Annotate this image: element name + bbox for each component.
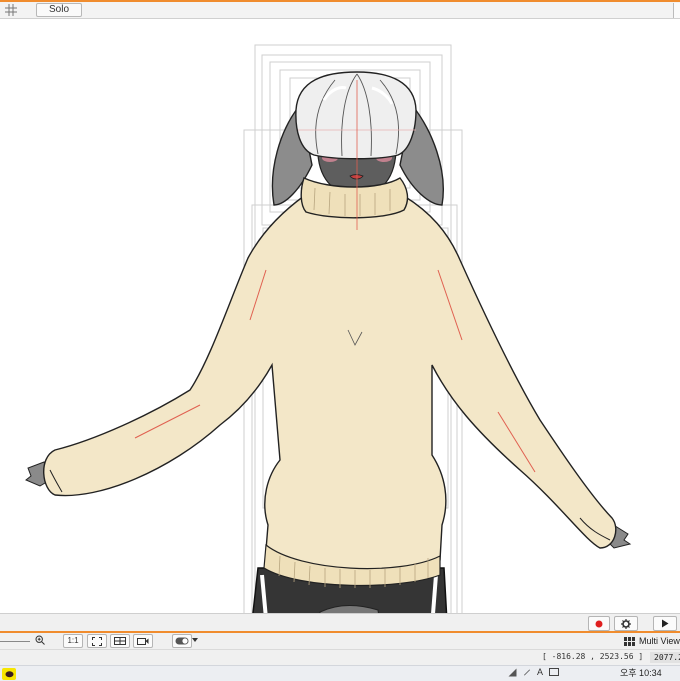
multi-view-menu[interactable]: Multi View [624, 634, 680, 648]
frame-icon [114, 637, 126, 645]
record-icon [595, 620, 603, 627]
zoom-in-icon [35, 635, 45, 645]
play-button[interactable] [653, 616, 677, 631]
ime-indicator[interactable]: A [537, 667, 543, 677]
canvas-viewport[interactable] [0, 19, 680, 615]
system-tray: A [508, 667, 560, 677]
grid-icon[interactable] [0, 2, 22, 18]
gear-icon [621, 618, 631, 629]
fit-icon [92, 636, 102, 646]
character-illustration [25, 44, 632, 615]
top-bar: Solo [0, 2, 680, 19]
solo-button[interactable]: Solo [36, 3, 83, 17]
taskbar-clock[interactable]: 오후 10:34 [620, 666, 662, 679]
network-icon[interactable] [508, 668, 517, 677]
frame-button[interactable] [110, 634, 130, 648]
record-button[interactable] [588, 616, 610, 631]
sweater [43, 195, 617, 574]
chevron-down-icon [192, 638, 198, 642]
camera-icon [137, 638, 149, 645]
status-bar: [ -816.28 , 2523.56 ] 2077.2 [0, 649, 680, 666]
hair [295, 71, 417, 160]
frame-readout: 2077.2 [650, 652, 680, 663]
timeline-toolbar [0, 613, 680, 632]
view-toolbar: 1:1 Multi View [0, 633, 680, 649]
camera-button[interactable] [133, 634, 153, 648]
taskbar: A 오후 10:34 [0, 665, 680, 681]
cursor-coordinates: [ -816.28 , 2523.56 ] [542, 652, 644, 661]
display-dropdown[interactable] [191, 634, 199, 646]
kakao-icon[interactable] [2, 668, 16, 680]
zoom-in-button[interactable] [34, 634, 46, 646]
panel-edge [673, 3, 680, 18]
fit-button[interactable] [87, 634, 107, 648]
play-icon [662, 619, 669, 628]
zoom-slider[interactable] [0, 641, 30, 642]
pen-icon[interactable] [523, 668, 531, 676]
multi-view-label: Multi View [639, 636, 680, 646]
toggle-icon [175, 637, 189, 645]
settings-button[interactable] [614, 616, 638, 631]
keyboard-icon[interactable] [549, 668, 560, 676]
zoom-reset-button[interactable]: 1:1 [63, 634, 83, 648]
view-grid-icon [624, 636, 635, 646]
display-toggle-button[interactable] [172, 634, 192, 648]
